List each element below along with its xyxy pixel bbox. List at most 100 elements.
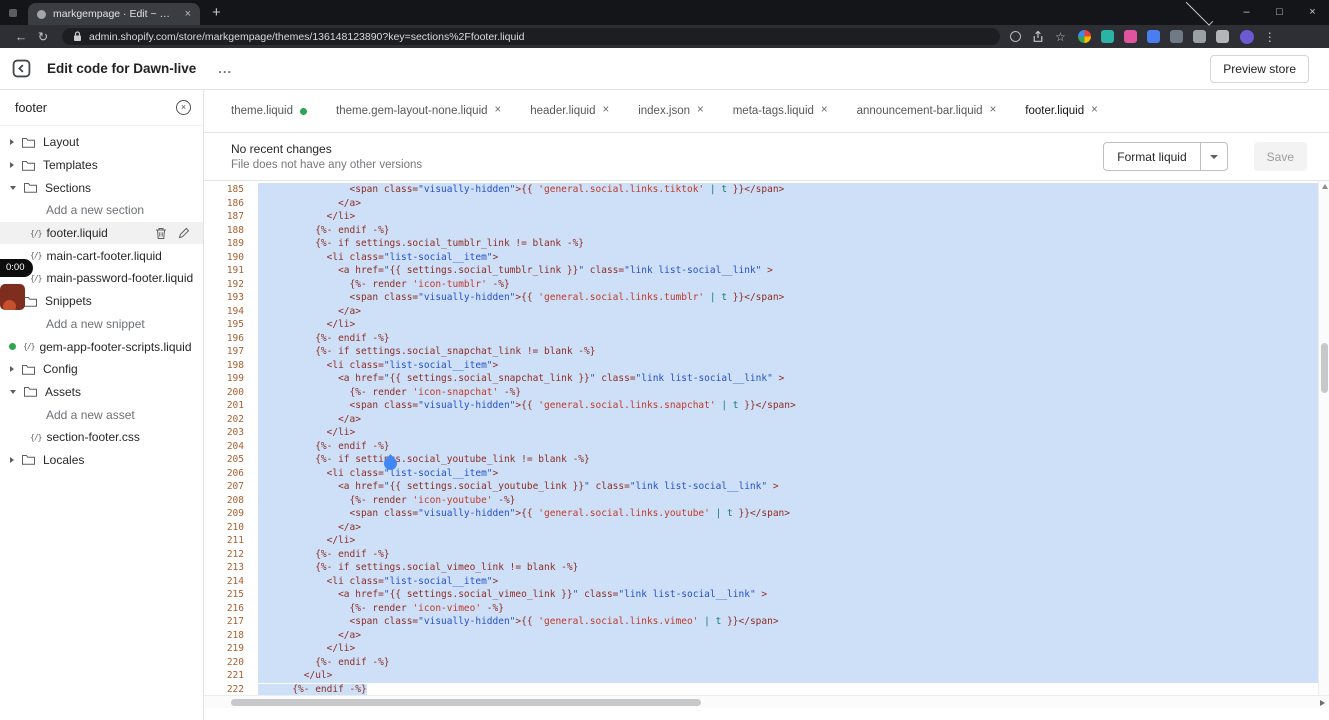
close-tab-icon[interactable]: × xyxy=(602,105,609,117)
code-line[interactable]: </li> xyxy=(258,426,1318,440)
tab-meta-tags-liquid[interactable]: meta-tags.liquid × xyxy=(733,105,828,117)
chevron-down-icon[interactable] xyxy=(10,185,16,190)
code-line[interactable]: <li class="list-social__item"> xyxy=(258,466,1318,480)
line-number[interactable]: 198 xyxy=(204,359,253,373)
close-window-button[interactable]: × xyxy=(1296,0,1329,25)
code-line[interactable]: <span class="visually-hidden">{{ 'genera… xyxy=(258,183,1318,197)
scroll-up-icon[interactable] xyxy=(1321,184,1328,189)
code-line[interactable]: </a> xyxy=(258,412,1318,426)
code-line[interactable]: {%- if settings.social_youtube_link != b… xyxy=(258,453,1318,467)
line-number[interactable]: 213 xyxy=(204,561,253,575)
more-actions-icon[interactable]: ... xyxy=(218,61,232,76)
tab-index-json[interactable]: index.json × xyxy=(638,105,704,117)
line-number[interactable]: 194 xyxy=(204,305,253,319)
chevron-right-icon[interactable] xyxy=(10,139,14,146)
tab-announcement-bar-liquid[interactable]: announcement-bar.liquid × xyxy=(857,105,997,117)
line-number[interactable]: 197 xyxy=(204,345,253,359)
line-number[interactable]: 189 xyxy=(204,237,253,251)
close-tab-icon[interactable]: × xyxy=(697,105,704,117)
line-number[interactable]: 199 xyxy=(204,372,253,386)
code-line[interactable]: {%- render 'icon-tumblr' -%} xyxy=(258,277,1318,291)
tree-item-footer-liquid[interactable]: {/} footer.liquid xyxy=(0,221,203,245)
line-number[interactable]: 205 xyxy=(204,453,253,467)
code-line[interactable]: </li> xyxy=(258,210,1318,224)
line-number[interactable]: 192 xyxy=(204,278,253,292)
code-editor[interactable]: 185 186 187 188 189 190 191 192 193 194 195 196 197 1… xyxy=(204,180,1329,695)
line-number[interactable]: 210 xyxy=(204,521,253,535)
line-number[interactable]: 217 xyxy=(204,615,253,629)
preview-store-button[interactable]: Preview store xyxy=(1210,54,1309,83)
line-number[interactable]: 196 xyxy=(204,332,253,346)
code-line[interactable]: {%- endif -%} xyxy=(258,547,1318,561)
code-line[interactable]: </a> xyxy=(258,520,1318,534)
code-line[interactable]: {%- render 'icon-vimeo' -%} xyxy=(258,601,1318,615)
extension-icon-blue[interactable] xyxy=(1146,30,1160,43)
scroll-right-icon[interactable] xyxy=(1320,699,1325,706)
line-number[interactable]: 211 xyxy=(204,534,253,548)
code-line[interactable]: <a href="{{ settings.social_snapchat_lin… xyxy=(258,372,1318,386)
edit-icon[interactable] xyxy=(178,227,190,239)
code-line[interactable]: {%- if settings.social_snapchat_link != … xyxy=(258,345,1318,359)
line-number[interactable]: 185 xyxy=(204,183,253,197)
tree-action-add-a-new-asset[interactable]: Add a new asset xyxy=(0,403,203,426)
line-number[interactable]: 218 xyxy=(204,629,253,643)
code-line[interactable]: <a href="{{ settings.social_youtube_link… xyxy=(258,480,1318,494)
line-number[interactable]: 221 xyxy=(204,669,253,683)
code-line[interactable]: <li class="list-social__item"> xyxy=(258,250,1318,264)
tab-theme-liquid[interactable]: theme.liquid xyxy=(231,105,308,117)
line-number[interactable]: 191 xyxy=(204,264,253,278)
code-line[interactable]: </a> xyxy=(258,196,1318,210)
line-number[interactable]: 219 xyxy=(204,642,253,656)
close-tab-icon[interactable]: × xyxy=(990,105,997,117)
code-line[interactable]: {%- endif -%} xyxy=(258,683,1318,696)
maximize-button[interactable]: □ xyxy=(1263,0,1296,25)
line-number[interactable]: 204 xyxy=(204,440,253,454)
tree-group-assets[interactable]: Assets xyxy=(0,381,203,404)
line-number[interactable]: 202 xyxy=(204,413,253,427)
code-line[interactable]: {%- endif -%} xyxy=(258,439,1318,453)
site-info-icon[interactable] xyxy=(1010,31,1021,42)
line-number[interactable]: 220 xyxy=(204,656,253,670)
code-line[interactable]: <span class="visually-hidden">{{ 'genera… xyxy=(258,291,1318,305)
vertical-scrollbar[interactable] xyxy=(1318,181,1329,695)
chevron-right-icon[interactable] xyxy=(10,456,14,463)
close-tab-icon[interactable]: × xyxy=(495,105,502,117)
browser-tab[interactable]: markgempage · Edit ~ Dawn-live × xyxy=(28,3,200,25)
code-line[interactable]: </a> xyxy=(258,304,1318,318)
line-number[interactable]: 207 xyxy=(204,480,253,494)
apps-grid-icon[interactable] xyxy=(1077,30,1091,43)
tab-header-liquid[interactable]: header.liquid × xyxy=(530,105,609,117)
bookmark-star-icon[interactable]: ☆ xyxy=(1055,31,1066,43)
extension-icon-teal[interactable] xyxy=(1100,30,1114,43)
line-number[interactable]: 208 xyxy=(204,494,253,508)
code-line[interactable]: </li> xyxy=(258,318,1318,332)
chevron-down-icon[interactable] xyxy=(10,389,16,394)
refresh-button[interactable]: ↻ xyxy=(32,29,54,44)
line-number[interactable]: 209 xyxy=(204,507,253,521)
extension-icon-lines[interactable] xyxy=(1215,30,1229,43)
extension-icon-slate[interactable] xyxy=(1169,30,1183,43)
chevron-right-icon[interactable] xyxy=(10,366,14,373)
save-button[interactable]: Save xyxy=(1253,142,1307,171)
format-options-button[interactable] xyxy=(1199,143,1227,170)
url-bar[interactable]: admin.shopify.com/store/markgempage/them… xyxy=(62,28,1000,45)
tree-group-templates[interactable]: Templates xyxy=(0,154,203,177)
line-number[interactable]: 215 xyxy=(204,588,253,602)
line-number[interactable]: 193 xyxy=(204,291,253,305)
tab-search-icon[interactable] xyxy=(1185,0,1214,26)
code-line[interactable]: {%- if settings.social_vimeo_link != bla… xyxy=(258,561,1318,575)
line-number[interactable]: 214 xyxy=(204,575,253,589)
exit-code-editor-icon[interactable] xyxy=(12,59,31,78)
line-number[interactable]: 201 xyxy=(204,399,253,413)
extension-icon-pink[interactable] xyxy=(1123,30,1137,43)
line-number[interactable]: 187 xyxy=(204,210,253,224)
code-line[interactable]: <li class="list-social__item"> xyxy=(258,358,1318,372)
horizontal-scrollbar[interactable] xyxy=(204,695,1329,708)
code-pane[interactable]: <span class="visually-hidden">{{ 'genera… xyxy=(253,181,1318,695)
tree-group-locales[interactable]: Locales xyxy=(0,449,203,472)
line-number[interactable]: 206 xyxy=(204,467,253,481)
tree-item-gem-app-footer-scripts-liquid[interactable]: {/} gem-app-footer-scripts.liquid xyxy=(0,335,203,358)
line-number[interactable]: 212 xyxy=(204,548,253,562)
tab-footer-liquid[interactable]: footer.liquid × xyxy=(1025,105,1098,117)
code-line[interactable]: </a> xyxy=(258,628,1318,642)
